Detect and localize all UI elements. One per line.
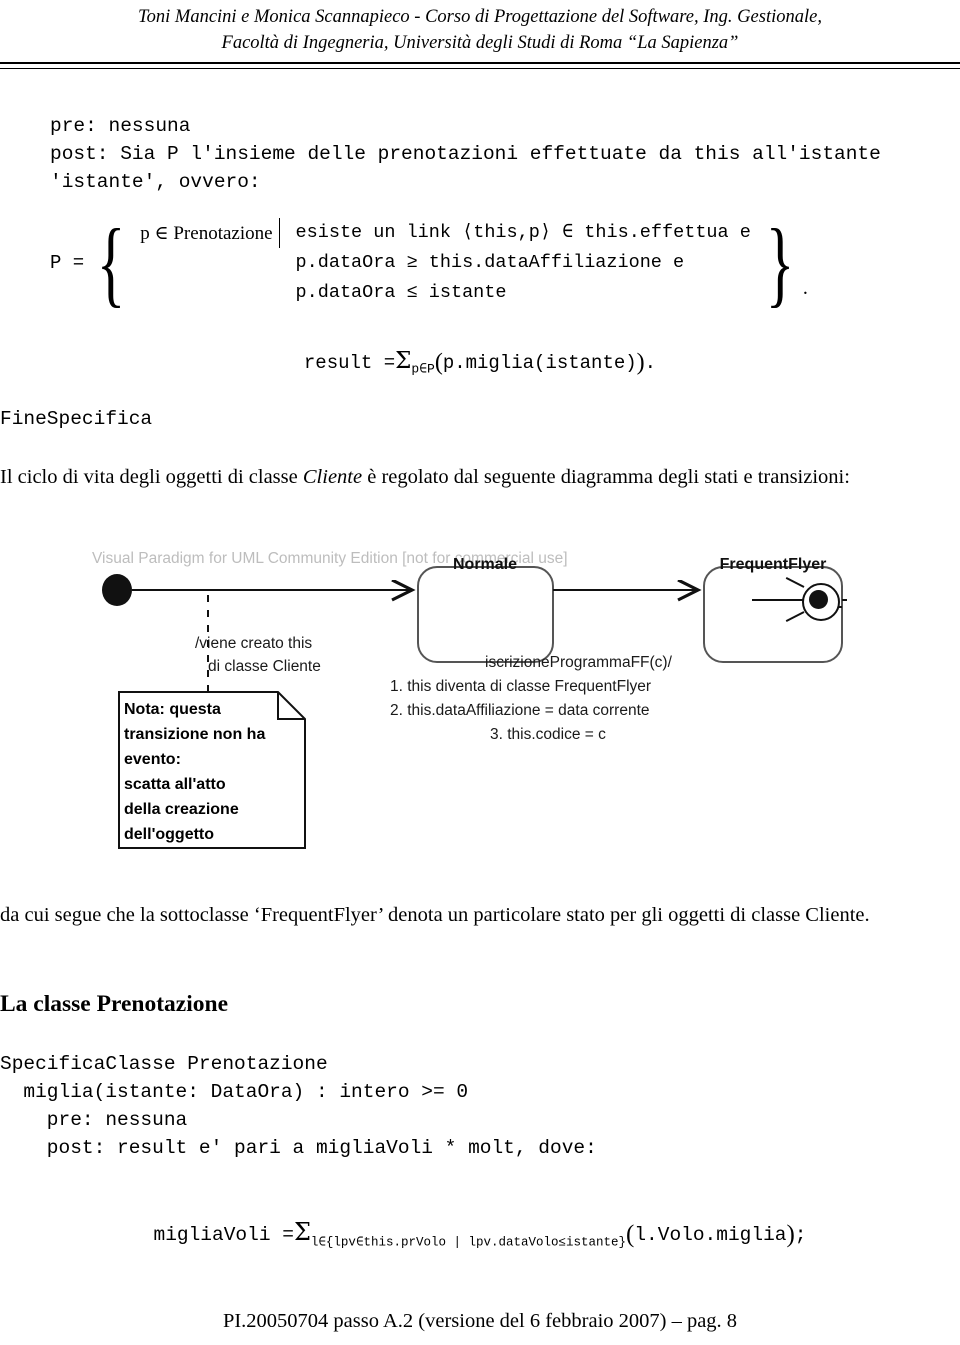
set-body: p ∈ Prenotazione esiste un link ⟨this,p⟩… — [134, 218, 757, 308]
brace-open: { — [96, 209, 126, 317]
initial-state — [102, 574, 132, 606]
state-frequentflyer-label: FrequentFlyer — [720, 556, 827, 573]
sigma-symbol: Σ — [395, 348, 412, 374]
spec-line: 'istante', ovvero: — [50, 171, 261, 193]
spec-line: post: result e' pari a migliaVoli * molt… — [0, 1137, 597, 1159]
set-predicate: p.dataOra ≥ this.dataAffiliazione e — [295, 252, 685, 273]
header-rule-thin — [0, 68, 960, 69]
final-state — [802, 583, 840, 621]
header-line-1: Toni Mancini e Monica Scannapieco - Cors… — [138, 7, 822, 27]
paragraph-ciclo-di-vita: Il ciclo di vita degli oggetti di classe… — [0, 462, 960, 492]
set-predicate-list: esiste un link ⟨this,p⟩ ∈ this.effettua … — [296, 218, 751, 308]
spec-line: miglia(istante: DataOra) : intero >= 0 — [0, 1081, 469, 1103]
sum-body: p.miglia(istante) — [442, 352, 637, 374]
page-footer: PI.20050704 passo A.2 (versione del 6 fe… — [222, 1310, 738, 1332]
paren-close: ) — [636, 349, 645, 376]
transition-initial-label-line-1: /viene creato this — [195, 635, 312, 652]
set-comprehension-p: P = { p ∈ Prenotazione esiste un link ⟨t… — [50, 209, 930, 317]
note-line-3: evento: — [124, 751, 181, 768]
formula-lhs: migliaVoli = — [153, 1224, 294, 1246]
paren-close: ) — [786, 1221, 795, 1248]
header-rule-thick — [0, 62, 960, 64]
transition-ff-label-line-1: iscrizioneProgrammaFF(c)/ — [485, 654, 673, 671]
spec-line: post: Sia P l'insieme delle prenotazioni… — [50, 143, 881, 165]
transition-initial-label-line-2: di classe Cliente — [208, 658, 321, 675]
para-ciclo-part1: Il ciclo di vita degli oggetti di classe — [0, 466, 303, 488]
fine-specifica-label: FineSpecifica — [0, 408, 153, 430]
formula-period: . — [644, 352, 657, 374]
state-normale — [417, 566, 554, 663]
sigma-subscript: l∈{lpv∈this.prVolo | lpv.dataVolo≤istant… — [310, 1235, 627, 1250]
paren-open: ( — [434, 349, 443, 376]
note-line-2: transizione non ha — [124, 726, 265, 743]
formula-miglia-voli: migliaVoli =Σl∈{lpv∈this.prVolo | lpv.da… — [0, 1218, 960, 1250]
arrow-line-to-final — [752, 599, 804, 601]
transition-ff-label-line-4: 3. this.codice = c — [490, 726, 606, 743]
sigma-symbol: Σ — [293, 1218, 311, 1246]
header-line-2: Facoltà di Ingegneria, Università degli … — [221, 33, 739, 53]
set-lhs-label: P = — [50, 252, 85, 274]
para-ciclo-part2: è regolato dal seguente diagramma degli … — [362, 466, 850, 488]
paragraph-da-cui-segue: da cui segue che la sottoclasse ‘Frequen… — [0, 904, 870, 926]
set-divider — [278, 218, 280, 248]
result-lhs: result = — [303, 352, 396, 374]
sum-body: l.Volo.miglia — [634, 1224, 787, 1246]
spec-line: pre: nessuna — [0, 1109, 188, 1131]
note-line-1: Nota: questa — [124, 701, 221, 718]
transition-ff-label-line-2: 1. this diventa di classe FrequentFlyer — [390, 678, 651, 695]
spec-line: pre: nessuna — [50, 115, 191, 137]
para-ciclo-emphasis: Cliente — [302, 466, 363, 488]
set-predicate: esiste un link ⟨this,p⟩ ∈ this.effettua … — [295, 222, 751, 243]
formula-semicolon: ; — [794, 1224, 807, 1246]
sigma-subscript: p∈P — [411, 361, 435, 377]
note-line-5: della creazione — [124, 801, 239, 818]
spec-block-bottom: SpecificaClasse Prenotazione miglia(ista… — [0, 1050, 960, 1162]
spec-block-top: pre: nessuna post: Sia P l'insieme delle… — [50, 112, 950, 196]
section-heading-la-classe-prenotazione: La classe Prenotazione — [0, 991, 229, 1017]
set-trailing-period: . — [802, 277, 808, 299]
transition-ff-label-line-3: 2. this.dataAffiliazione = data corrente — [390, 702, 650, 719]
spec-line: SpecificaClasse Prenotazione — [0, 1053, 328, 1075]
brace-close: } — [765, 209, 795, 317]
state-normale-label: Normale — [453, 556, 517, 573]
set-membership-condition: p ∈ Prenotazione — [140, 223, 273, 244]
uml-state-diagram: Visual Paradigm for UML Community Editio… — [90, 545, 880, 865]
final-state-inner-dot — [809, 590, 828, 609]
set-predicate: p.dataOra ≤ istante — [295, 282, 507, 303]
uml-note: Nota: questa transizione non ha evento: … — [118, 691, 306, 849]
result-formula: result =Σp∈P(p.miglia(istante)). — [0, 348, 960, 377]
note-line-4: scatta all'atto — [124, 776, 226, 793]
page-header: Toni Mancini e Monica Scannapieco - Cors… — [0, 0, 960, 69]
note-line-6: dell'oggetto — [124, 826, 214, 843]
